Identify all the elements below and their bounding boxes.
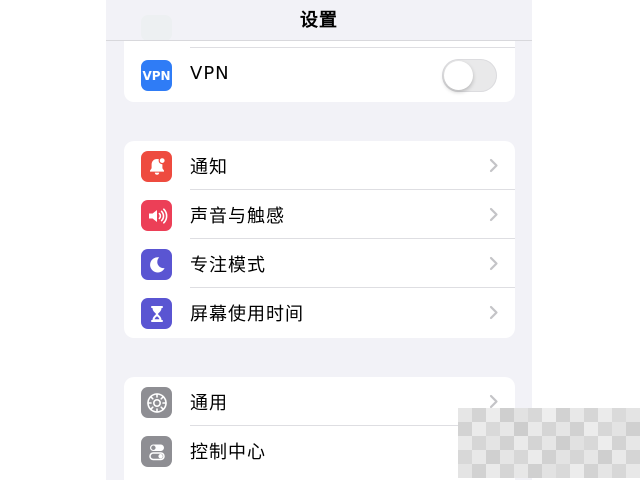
settings-row-vpn[interactable]: VPN VPN <box>124 48 515 102</box>
left-margin <box>0 0 106 480</box>
settings-row-label: 通知 <box>190 157 228 178</box>
settings-row-label: 专注模式 <box>190 255 266 276</box>
settings-row-control-center[interactable]: 控制中心 <box>124 426 515 475</box>
settings-row-label: 控制中心 <box>190 442 266 463</box>
vpn-icon: VPN <box>141 60 172 91</box>
vpn-icon-text: VPN <box>142 68 171 83</box>
settings-row-label: 屏幕使用时间 <box>190 304 304 325</box>
chevron-right-icon <box>489 207 498 222</box>
toggles-icon <box>141 436 172 467</box>
chevron-right-icon <box>489 305 498 320</box>
settings-row-sounds[interactable]: 声音与触感 <box>124 190 515 239</box>
settings-row-label: 通用 <box>190 393 228 414</box>
navigation-bar: 设置 <box>106 0 532 41</box>
settings-row-label: 声音与触感 <box>190 206 285 227</box>
chevron-right-icon <box>489 158 498 173</box>
settings-row-focus[interactable]: 专注模式 <box>124 239 515 288</box>
notification-bell-icon <box>141 151 172 182</box>
settings-row-general[interactable]: 通用 <box>124 377 515 426</box>
settings-group-general: 通用 控制中心 <box>124 377 515 480</box>
settings-group-alerts: 通知 声音与触感 专注模式 屏幕使用时间 <box>124 141 515 338</box>
settings-row-label: VPN <box>190 63 230 84</box>
chevron-right-icon <box>489 256 498 271</box>
settings-row-notifications[interactable]: 通知 <box>124 141 515 190</box>
moon-icon <box>141 249 172 280</box>
gear-icon <box>141 387 172 418</box>
speaker-icon <box>141 200 172 231</box>
vpn-toggle[interactable] <box>442 59 497 92</box>
hourglass-icon <box>141 298 172 329</box>
settings-row-screen-time[interactable]: 屏幕使用时间 <box>124 288 515 337</box>
toggle-knob <box>444 61 473 90</box>
pixelated-watermark <box>458 408 640 480</box>
chevron-right-icon <box>489 394 498 409</box>
page-title: 设置 <box>300 10 338 31</box>
